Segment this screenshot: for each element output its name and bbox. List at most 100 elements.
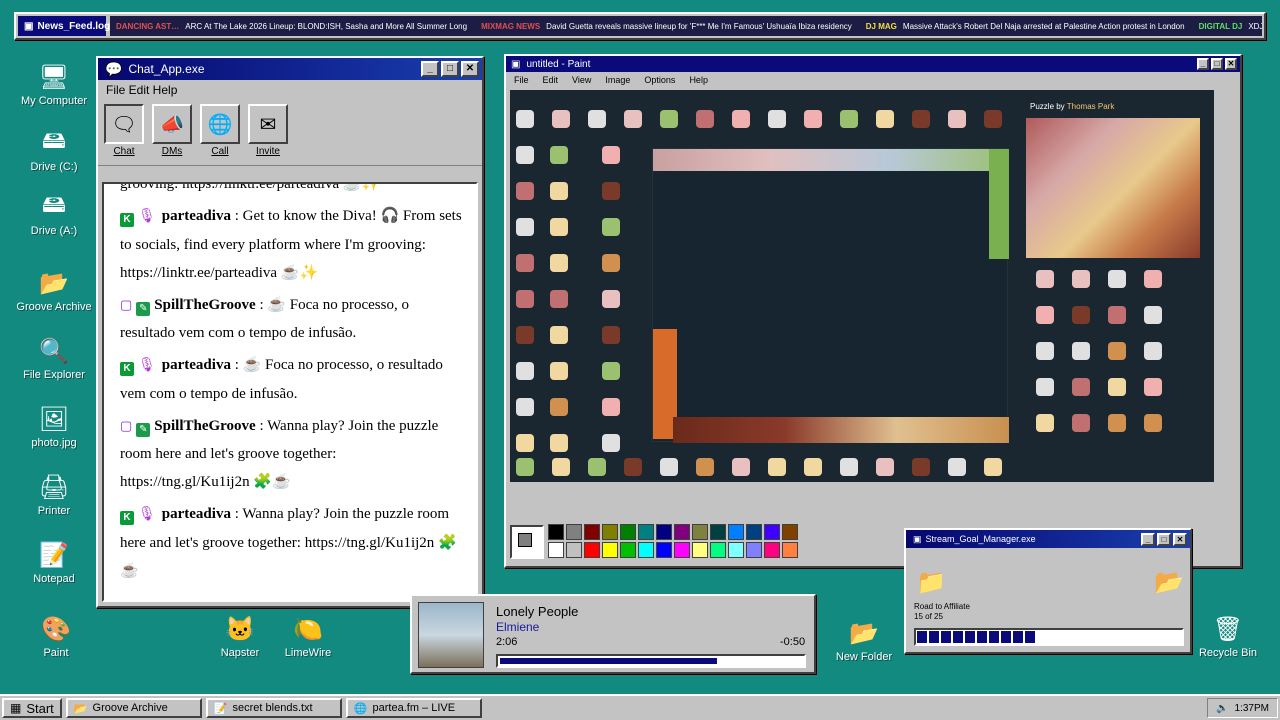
desktop-icon-notepad[interactable]: 📝 Notepad (14, 540, 94, 586)
paint-title-bar[interactable]: ▣ untitled - Paint _ □ ✕ (506, 56, 1240, 72)
puzzle-piece[interactable] (660, 110, 678, 128)
tool-dms-button[interactable]: 📣 DMs (152, 104, 192, 161)
puzzle-piece[interactable] (1036, 342, 1054, 360)
desktop-icon-new-folder[interactable]: 📂 New Folder (824, 618, 904, 664)
news-item[interactable]: DANCING AST… ARC At The Lake 2026 Lineup:… (116, 22, 467, 31)
puzzle-piece[interactable] (602, 362, 620, 380)
color-swatch[interactable] (674, 524, 690, 540)
tool-chat-button[interactable]: 🗨 Chat (104, 104, 144, 161)
paint-menu-options[interactable]: Options (644, 75, 675, 85)
color-swatch[interactable] (584, 524, 600, 540)
puzzle-piece[interactable] (840, 110, 858, 128)
color-swatch[interactable] (548, 542, 564, 558)
puzzle-piece[interactable] (550, 254, 568, 272)
color-swatch[interactable] (548, 524, 564, 540)
news-item[interactable]: DIGITAL DJ XDJ-AZ Firmwa… (1199, 22, 1262, 31)
color-swatch[interactable] (782, 524, 798, 540)
puzzle-piece[interactable] (602, 290, 620, 308)
puzzle-piece[interactable] (1072, 342, 1090, 360)
paint-menu-image[interactable]: Image (605, 75, 630, 85)
puzzle-piece[interactable] (840, 458, 858, 476)
puzzle-piece[interactable] (1072, 306, 1090, 324)
chat-menu-text[interactable]: File Edit Help (106, 83, 177, 97)
puzzle-piece[interactable] (732, 458, 750, 476)
desktop-icon-file-explorer[interactable]: 🔍 File Explorer (14, 336, 94, 382)
puzzle-piece[interactable] (948, 458, 966, 476)
puzzle-piece[interactable] (1108, 270, 1126, 288)
chat-menu-bar[interactable]: File Edit Help (98, 80, 482, 100)
puzzle-piece[interactable] (602, 254, 620, 272)
color-swatch[interactable] (764, 542, 780, 558)
desktop-icon-paint[interactable]: 🎨 Paint (16, 614, 96, 660)
taskbar-item[interactable]: 📝 secret blends.txt (205, 698, 342, 718)
paint-canvas[interactable]: Puzzle by Thomas Park (510, 90, 1214, 482)
puzzle-piece[interactable] (516, 458, 534, 476)
news-item[interactable]: DJ MAG Massive Attack's Robert Del Naja a… (866, 22, 1185, 31)
puzzle-piece[interactable] (602, 146, 620, 164)
puzzle-board[interactable] (652, 148, 1009, 443)
puzzle-piece[interactable] (1108, 306, 1126, 324)
maximize-button[interactable]: □ (441, 61, 459, 77)
color-swatch[interactable] (728, 524, 744, 540)
puzzle-piece[interactable] (804, 110, 822, 128)
paint-menu-help[interactable]: Help (689, 75, 708, 85)
puzzle-piece[interactable] (876, 110, 894, 128)
color-swatch[interactable] (602, 524, 618, 540)
puzzle-piece[interactable] (1144, 414, 1162, 432)
puzzle-piece[interactable] (1144, 306, 1162, 324)
puzzle-piece[interactable] (516, 146, 534, 164)
taskbar-item[interactable]: 🌐 partea.fm – LIVE (345, 698, 482, 718)
puzzle-piece[interactable] (516, 362, 534, 380)
puzzle-piece[interactable] (876, 458, 894, 476)
color-swatch[interactable] (746, 524, 762, 540)
puzzle-piece[interactable] (516, 398, 534, 416)
puzzle-piece[interactable] (602, 218, 620, 236)
puzzle-piece[interactable] (732, 110, 750, 128)
puzzle-piece[interactable] (1144, 270, 1162, 288)
puzzle-piece[interactable] (624, 458, 642, 476)
puzzle-piece[interactable] (516, 110, 534, 128)
tool-call-button[interactable]: 🌐 Call (200, 104, 240, 161)
puzzle-piece[interactable] (912, 110, 930, 128)
color-swatch[interactable] (674, 542, 690, 558)
puzzle-piece[interactable] (550, 218, 568, 236)
puzzle-piece[interactable] (550, 146, 568, 164)
minimize-button[interactable]: _ (1197, 58, 1209, 70)
track-progress-bar[interactable] (496, 654, 806, 668)
puzzle-piece[interactable] (588, 110, 606, 128)
desktop-icon-limewire[interactable]: 🍋 LimeWire (268, 614, 348, 660)
desktop-icon-my-computer[interactable]: 🖥 My Computer (14, 62, 94, 108)
puzzle-piece[interactable] (550, 398, 568, 416)
puzzle-piece[interactable] (1036, 378, 1054, 396)
puzzle-piece[interactable] (912, 458, 930, 476)
color-swatch[interactable] (584, 542, 600, 558)
chat-title-bar[interactable]: 💬 Chat_App.exe _ □ ✕ (98, 58, 482, 80)
close-button[interactable]: ✕ (461, 61, 479, 77)
news-item[interactable]: MIXMAG NEWS David Guetta reveals massive … (481, 22, 852, 31)
puzzle-piece[interactable] (984, 110, 1002, 128)
color-swatch[interactable] (638, 524, 654, 540)
puzzle-piece[interactable] (948, 110, 966, 128)
desktop-icon-printer[interactable]: 🖨 Printer (14, 472, 94, 518)
close-button[interactable]: ✕ (1225, 58, 1237, 70)
color-swatch[interactable] (566, 524, 582, 540)
color-swatch[interactable] (728, 542, 744, 558)
puzzle-piece[interactable] (552, 458, 570, 476)
puzzle-piece[interactable] (550, 326, 568, 344)
puzzle-piece[interactable] (1108, 342, 1126, 360)
puzzle-piece[interactable] (516, 326, 534, 344)
color-swatch[interactable] (656, 524, 672, 540)
puzzle-piece[interactable] (1036, 270, 1054, 288)
puzzle-piece[interactable] (516, 218, 534, 236)
puzzle-piece[interactable] (516, 434, 534, 452)
puzzle-piece[interactable] (984, 458, 1002, 476)
puzzle-piece[interactable] (588, 458, 606, 476)
puzzle-piece[interactable] (602, 434, 620, 452)
color-swatch[interactable] (746, 542, 762, 558)
chat-username[interactable]: parteadiva (162, 506, 231, 522)
chat-username[interactable]: SpillTheGroove (154, 297, 255, 313)
taskbar-item[interactable]: 📂 Groove Archive (65, 698, 202, 718)
tool-invite-button[interactable]: ✉ Invite (248, 104, 288, 161)
chat-username[interactable]: parteadiva (162, 357, 231, 373)
desktop-icon-drive-c-[interactable]: 🖴 Drive (C:) (14, 127, 94, 174)
